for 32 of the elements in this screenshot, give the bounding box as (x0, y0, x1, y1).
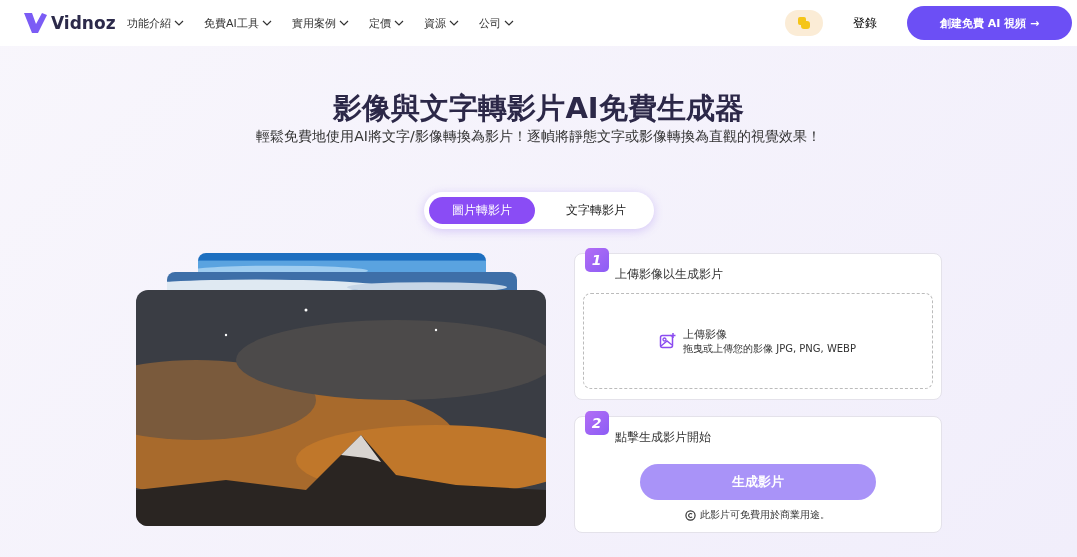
chevron-down-icon (448, 20, 459, 26)
chevron-down-icon (261, 20, 272, 26)
coin-button[interactable] (785, 10, 823, 36)
step-title: 點擊生成影片開始 (614, 429, 712, 446)
nav-menu-item[interactable]: 免費AI工具 (204, 15, 272, 31)
coins-icon (797, 16, 811, 30)
copyright-icon (685, 509, 696, 521)
nav-menu-item[interactable]: 定價 (368, 15, 404, 31)
chevron-down-icon (503, 20, 514, 26)
chevron-down-icon (393, 20, 404, 26)
mode-tab[interactable]: 文字轉影片 (542, 197, 649, 224)
logo-text[interactable]: Vidnoz (51, 13, 116, 33)
chevron-down-icon (338, 20, 349, 26)
login-link[interactable]: 登錄 (833, 13, 897, 33)
add-image-icon (659, 332, 677, 350)
chevron-down-icon (174, 20, 184, 26)
upload-hint: 拖曳或上傳您的影像 JPG, PNG, WEBP (683, 341, 856, 356)
mode-tab[interactable]: 圖片轉影片 (428, 197, 535, 224)
commercial-use-note: 此影片可免費用於商業用途。 (700, 508, 830, 522)
step-number-badge: 1 (584, 248, 609, 272)
step-title: 上傳影像以生成影片 (614, 266, 724, 283)
create-video-button[interactable]: 創建免費 AI 視頻 → (907, 6, 1072, 40)
step-number-badge: 2 (584, 411, 609, 435)
page-subtitle: 輕鬆免費地使用AI將文字/影像轉換為影片！逐幀將靜態文字或影像轉換為直觀的視覺效果！ (256, 128, 821, 146)
nav-menu-item[interactable]: 功能介紹 (127, 15, 184, 31)
logo-icon (22, 10, 48, 36)
page-title: 影像與文字轉影片AI免費生成器 (333, 90, 744, 126)
nav-menu-item[interactable]: 公司 (478, 15, 514, 31)
upload-dropzone[interactable]: 上傳影像 拖曳或上傳您的影像 JPG, PNG, WEBP (582, 293, 933, 389)
nav-menu-item[interactable]: 資源 (423, 15, 459, 31)
nav-menu-item[interactable]: 實用案例 (291, 15, 349, 31)
upload-title: 上傳影像 (683, 326, 728, 342)
